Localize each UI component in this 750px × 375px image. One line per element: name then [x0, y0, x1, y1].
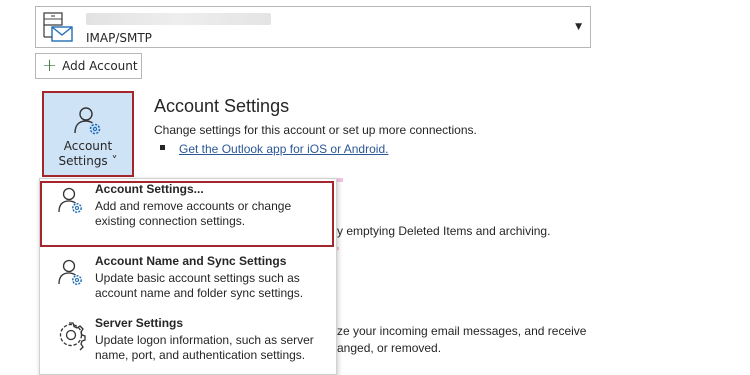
user-gear-icon — [44, 103, 132, 139]
account-settings-menu: Account Settings... Add and remove accou… — [39, 178, 337, 375]
account-settings-button[interactable]: Account Settings ˅ — [42, 91, 134, 177]
account-settings-label-line2: Settings ˅ — [58, 154, 118, 168]
account-type-label: IMAP/SMTP — [86, 31, 152, 45]
mail-server-icon — [41, 11, 75, 49]
add-account-label: Add Account — [62, 59, 138, 73]
outlook-app-link[interactable]: Get the Outlook app for iOS or Android. — [179, 142, 388, 156]
add-account-button[interactable]: + Add Account — [35, 53, 142, 79]
bullet — [160, 145, 165, 150]
account-settings-label-line1: Account — [63, 139, 113, 153]
account-selector[interactable]: IMAP/SMTP ▼ — [35, 6, 591, 48]
menu-item-description: Add and remove accounts or change existi… — [95, 199, 292, 228]
menu-item-description: Update logon information, such as server… — [95, 333, 314, 362]
background-text-line: y emptying Deleted Items and archiving. — [337, 224, 551, 238]
menu-item-title: Account Name and Sync Settings — [95, 254, 287, 268]
plus-icon: + — [42, 55, 58, 76]
menu-item-title: Server Settings — [95, 316, 184, 330]
menu-item-description: Update basic account settings such as ac… — [95, 271, 304, 300]
background-text-line: ze your incoming email messages, and rec… — [337, 324, 587, 338]
page-title: Account Settings — [154, 96, 290, 116]
section-description: Change settings for this account or set … — [154, 123, 477, 137]
gear-icon — [56, 319, 86, 356]
account-email-blurred — [86, 13, 271, 25]
background-text-line: anged, or removed. — [337, 341, 442, 355]
menu-item-title: Account Settings... — [95, 182, 204, 196]
highlight-hint — [337, 178, 343, 182]
menu-item-account-name-sync[interactable]: Account Name and Sync Settings Update ba… — [40, 251, 336, 313]
menu-item-server-settings[interactable]: Server Settings Update logon information… — [40, 313, 336, 375]
user-gear-icon — [56, 185, 86, 222]
menu-item-account-settings[interactable]: Account Settings... Add and remove accou… — [40, 179, 336, 251]
user-gear-icon — [56, 257, 86, 294]
caret-down-icon[interactable]: ▼ — [575, 22, 582, 32]
